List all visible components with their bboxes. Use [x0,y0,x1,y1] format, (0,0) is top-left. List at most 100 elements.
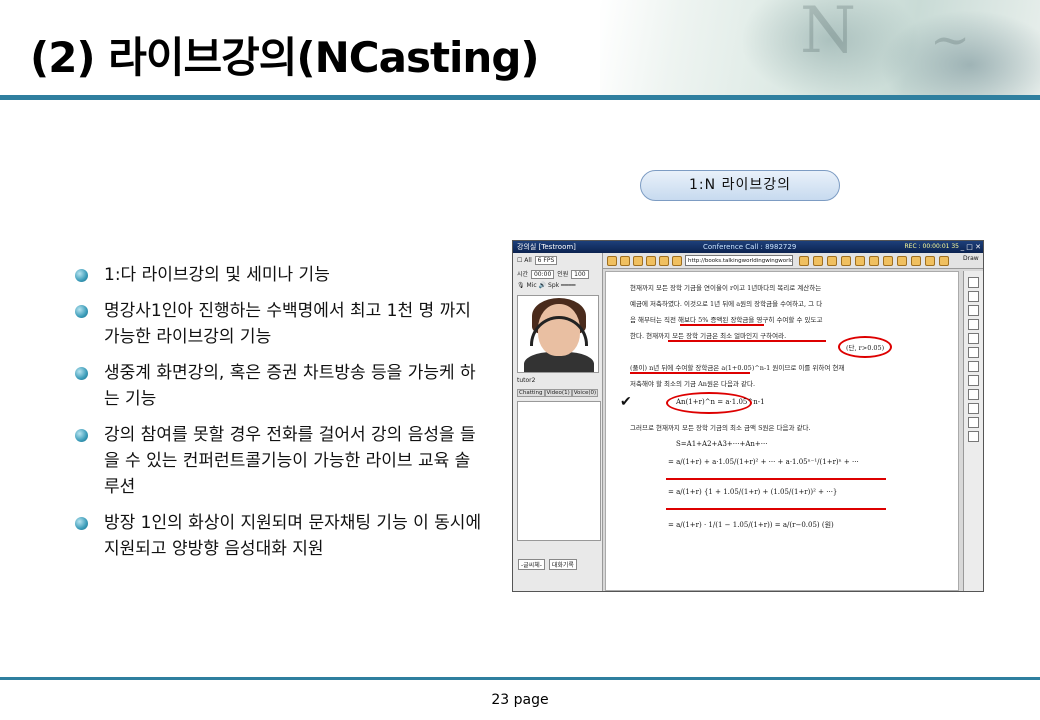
mic-label: Mic [526,282,537,289]
list-item-text: 방장 1인의 화상이 지원되며 문자채팅 기능 이 동시에 지원되고 양방향 음… [104,513,482,559]
board-text-line: 한다. 현재까지 모든 장학 기금은 최소 얼마인지 구하여라. [630,332,787,340]
tab-chatting[interactable]: Chatting [517,389,545,397]
chat-log[interactable] [517,401,601,541]
rec-timer: REC : 00:00:01 35 [904,243,959,250]
line-icon[interactable] [968,319,979,330]
red-underline [680,324,764,326]
feature-list: 1:다 라이브강의 및 세미나 기능 명강사1인아 진행하는 수백명에서 최고 … [72,262,482,572]
chat-options: -글씨체- 대화기록 [517,559,578,570]
volume-slider[interactable]: ━━━━ [561,282,575,289]
board-text-line: (단, r>0.05) [846,344,885,352]
user-name: tutor2 [517,377,536,384]
list-item: 명강사1인아 진행하는 수백명에서 최고 1천 명 까지 가능한 라이브강의 기… [72,298,482,350]
screenshot-caption: 1:N 라이브강의 [640,170,840,201]
clear-icon[interactable] [968,403,979,414]
slide-header: N ~ (2) 라이브강의(NCasting) [0,0,1040,96]
fps-row: ☐ All 6 FPS [517,256,558,265]
tool-icon[interactable] [827,256,837,266]
window-controls[interactable]: _ □ ✕ [961,243,981,251]
page-title: (2) 라이브강의(NCasting) [30,33,540,82]
time-label: 시간 [517,271,529,278]
forward-icon[interactable] [620,256,630,266]
check-icon: ✔ [620,394,632,410]
undo-icon[interactable] [968,389,979,400]
series-formula: = a/(1+r) + a·1.05/(1+r)² + ··· + a·1.05… [668,458,859,466]
stop-icon[interactable] [659,256,669,266]
tool-icon[interactable] [939,256,949,266]
board-text-line: (풀이) n년 뒤에 수여할 장학금은 a(1+0.05)^n-1 원이므로 이… [630,364,845,372]
tool-icon[interactable] [911,256,921,266]
page-number: 23 page [491,692,549,708]
red-underline [630,372,750,374]
highlighter-icon[interactable] [968,291,979,302]
header-decoration-image: N ~ [600,0,1040,96]
time-value: 00:00 [530,270,555,279]
tab-voice[interactable]: Voice(0) [571,389,599,397]
bullet-icon [75,305,88,318]
tool-icon[interactable] [841,256,851,266]
header-divider [0,95,1040,100]
color-icon[interactable] [968,375,979,386]
refresh-icon[interactable] [646,256,656,266]
red-underline [666,478,886,480]
series-formula: = a/(1+r) {1 + 1.05/(1+r) + (1.05/(1+r))… [668,488,838,496]
live-lecture-screenshot: 강의실 [Testroom] Conference Call : 8982729… [512,240,984,592]
tool-icon[interactable] [855,256,865,266]
home-icon[interactable] [633,256,643,266]
board-text-line: 예금에 저축하였다. 이것으로 1년 뒤에 a원의 장학금을 수여하고, 그 다 [630,300,823,308]
board-text-line: 그러므로 현재까지 모든 장학 기금의 최소 금액 S원은 다음과 같다. [630,424,811,432]
board-formula: An(1+r)^n = a·1.05^n-1 [676,398,765,406]
whiteboard[interactable]: 현재까지 모든 장학 기금을 연이율이 r이고 1년마다의 복리로 계산하는 예… [605,271,959,591]
text-icon[interactable] [968,305,979,316]
back-icon[interactable] [607,256,617,266]
fps-select[interactable]: 6 FPS [534,256,558,265]
tool-icon[interactable] [869,256,879,266]
mic-icon[interactable]: 🎙 [517,282,525,289]
list-item: 방장 1인의 화상이 지원되며 문자채팅 기능 이 동시에 지원되고 양방향 음… [72,510,482,562]
app-titlebar: 강의실 [Testroom] Conference Call : 8982729… [513,241,983,253]
list-item: 생중계 화면강의, 혹은 증권 차트방송 등을 가능케 하는 기능 [72,360,482,412]
chat-history-button[interactable]: 대화기록 [548,559,577,570]
rectangle-icon[interactable] [968,333,979,344]
tool-icon[interactable] [813,256,823,266]
bullet-icon [75,367,88,380]
tool-icon[interactable] [897,256,907,266]
list-item: 강의 참여를 못할 경우 전화를 걸어서 강의 음성을 들을 수 있는 컨퍼런트… [72,422,482,500]
control-panel: ☐ All 6 FPS 시간 00:00 인원 100 🎙 Mic 🔊 Spk … [513,253,603,591]
tab-video[interactable]: Video(1) [544,389,572,397]
spk-label: Spk [548,282,560,289]
page-icon[interactable] [968,431,979,442]
board-formula: S=A1+A2+A3+···+An+··· [676,440,768,448]
check-tool-icon[interactable] [968,417,979,428]
browser-toolbar: http://books.talkingworldingwingworld.c [603,253,983,269]
list-item: 1:다 라이브강의 및 세미나 기능 [72,262,482,288]
footer-divider [0,677,1040,680]
list-item-text: 강의 참여를 못할 경우 전화를 걸어서 강의 음성을 들을 수 있는 컨퍼런트… [104,425,476,497]
eraser-icon[interactable] [968,361,979,372]
circle-icon[interactable] [968,347,979,358]
list-item-text: 명강사1인아 진행하는 수백명에서 최고 1천 명 까지 가능한 라이브강의 기… [104,301,471,347]
bullet-icon [75,517,88,530]
go-icon[interactable] [672,256,682,266]
speaker-icon[interactable]: 🔊 [539,282,546,289]
time-row: 시간 00:00 인원 100 [517,269,590,279]
chat-tabs: Chatting Video(1) Voice(0) [517,389,601,399]
pen-icon[interactable] [968,277,979,288]
series-formula: = a/(1+r) · 1/(1 − 1.05/(1+r)) = a/(r−0.… [668,521,834,529]
tool-icon[interactable] [925,256,935,266]
red-underline [666,508,886,510]
people-value: 100 [571,270,589,279]
draw-button[interactable]: Draw [963,255,979,262]
list-item-text: 1:다 라이브강의 및 세미나 기능 [104,265,330,285]
tool-icon[interactable] [883,256,893,266]
tool-icon[interactable] [799,256,809,266]
audio-row: 🎙 Mic 🔊 Spk ━━━━ [517,282,576,289]
conference-call-label: Conference Call : 8982729 [703,243,797,251]
red-underline [668,340,826,342]
board-text-line: 음 해부터는 직전 해보다 5% 증액된 장학금을 영구히 수여할 수 있도고 [630,316,823,324]
url-input[interactable]: http://books.talkingworldingwingworld.c [685,255,793,266]
font-select[interactable]: -글씨체- [518,559,545,570]
checkbox-icon[interactable]: ☐ [517,257,522,264]
drawing-toolbar [963,271,983,591]
app-window-title: 강의실 [Testroom] [517,243,576,251]
